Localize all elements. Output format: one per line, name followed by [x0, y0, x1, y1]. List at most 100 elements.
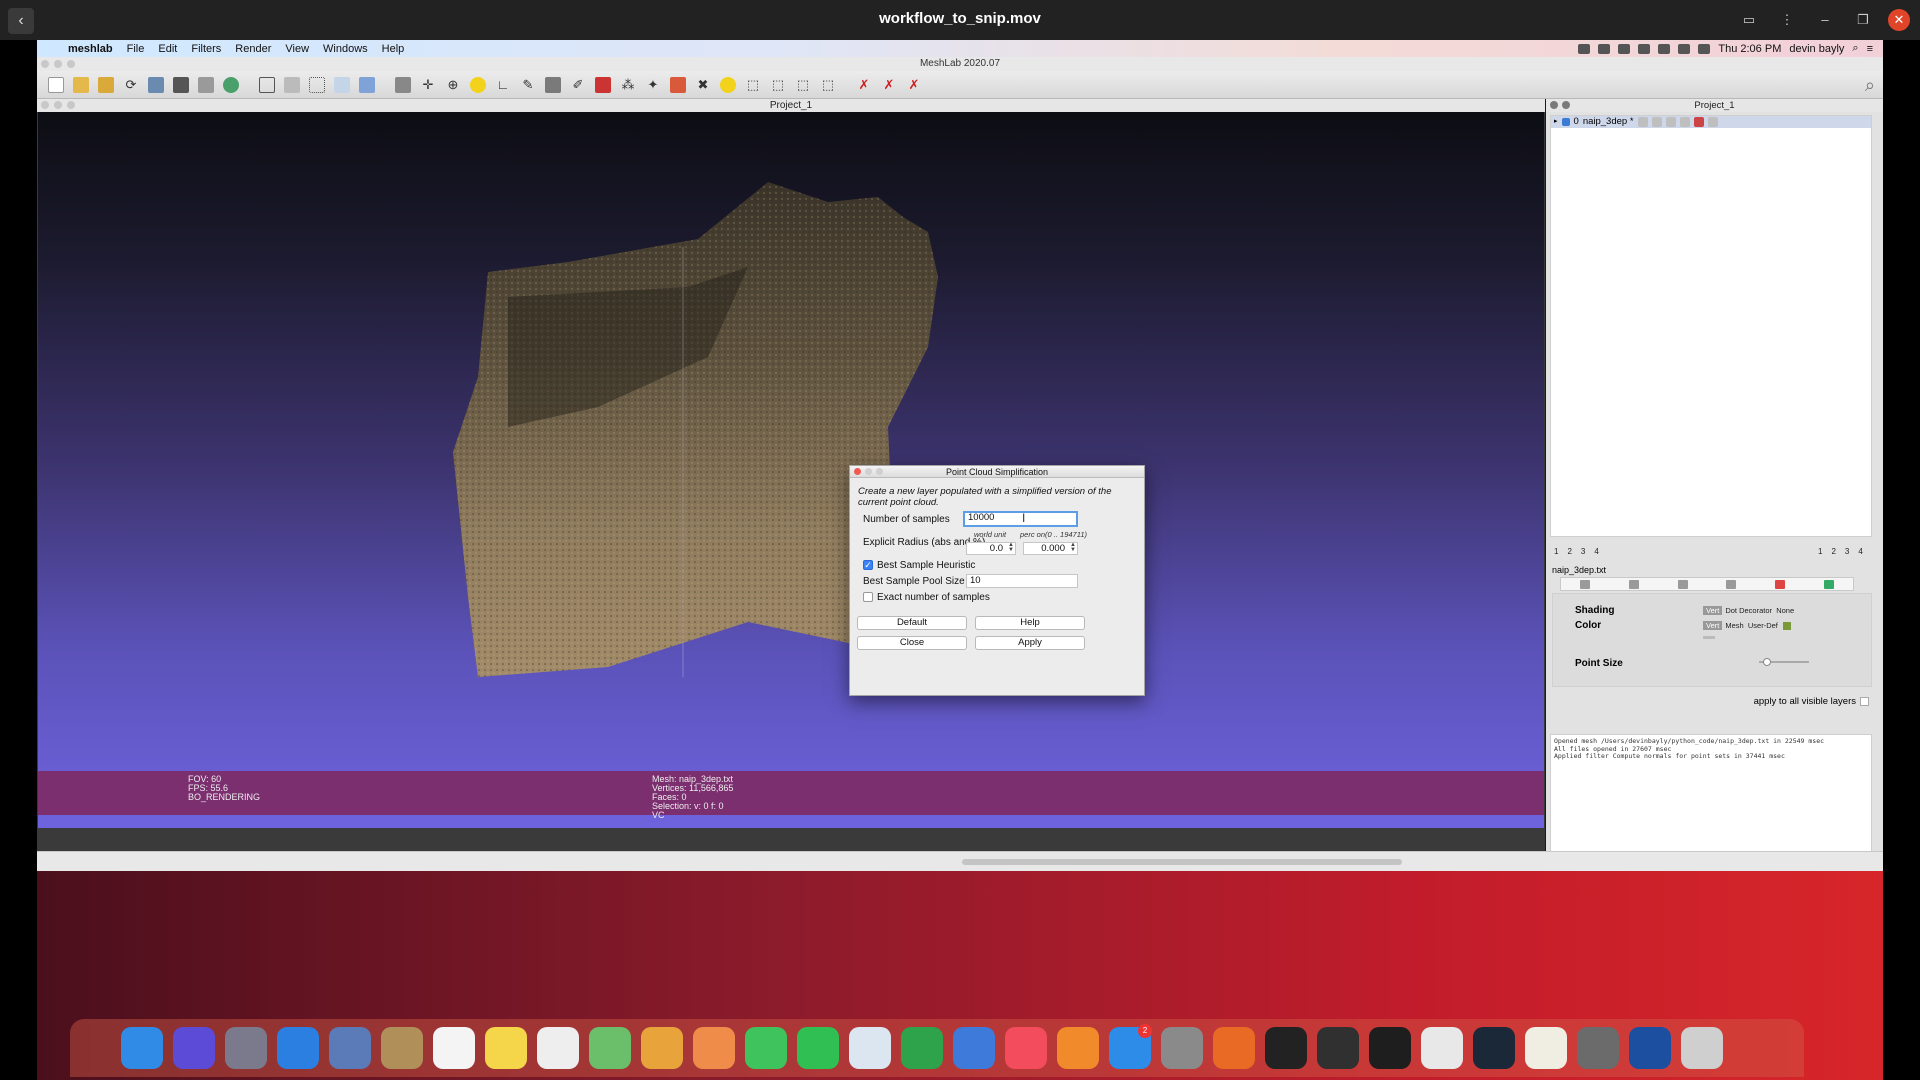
remove-icon[interactable]: ✖: [692, 74, 714, 96]
menu-help[interactable]: Help: [375, 43, 412, 55]
tab-wire-icon[interactable]: [1677, 579, 1688, 589]
menu-edit[interactable]: Edit: [151, 43, 184, 55]
dock-item-siri[interactable]: [168, 1024, 220, 1072]
select-faces-icon[interactable]: ⬚: [742, 74, 764, 96]
apply-button[interactable]: Apply: [975, 636, 1085, 650]
globe-icon[interactable]: [220, 74, 242, 96]
cast-icon[interactable]: ▭: [1736, 8, 1762, 32]
tab-2[interactable]: 2: [1567, 547, 1571, 556]
dock-item-finder[interactable]: [116, 1024, 168, 1072]
flat-shading-icon[interactable]: [356, 74, 378, 96]
viewport-zoom-icon[interactable]: [67, 101, 75, 109]
extension-icon[interactable]: [1638, 43, 1651, 54]
layer-tool-icon[interactable]: [1665, 117, 1676, 127]
zoom-window-icon[interactable]: [67, 60, 75, 68]
tab-3[interactable]: 3: [1845, 547, 1849, 556]
maximize-icon[interactable]: ❐: [1850, 8, 1876, 32]
num-samples-input[interactable]: 10000: [963, 511, 1078, 527]
panel-float-icon[interactable]: [1562, 101, 1570, 109]
shading-options[interactable]: Vert Dot Decorator None: [1703, 606, 1794, 615]
select-connected-icon[interactable]: ⬚: [767, 74, 789, 96]
delete-vertices-icon[interactable]: ✗: [853, 74, 875, 96]
color-mesh[interactable]: Mesh: [1725, 621, 1743, 630]
dock-item-safari[interactable]: [272, 1024, 324, 1072]
tab-1[interactable]: 1: [1554, 547, 1558, 556]
close-window-icon[interactable]: [41, 60, 49, 68]
align-icon[interactable]: ⁂: [617, 74, 639, 96]
default-button[interactable]: Default: [857, 616, 967, 630]
small-toggle[interactable]: [1703, 636, 1715, 639]
tab-extra-icon[interactable]: [1823, 579, 1834, 589]
color-options[interactable]: Vert Mesh User-Def: [1703, 621, 1791, 631]
slider-knob[interactable]: [1763, 658, 1772, 666]
layer-tool-icon[interactable]: [1679, 117, 1690, 127]
shading-vert[interactable]: Vert: [1703, 606, 1723, 615]
panel-close-icon[interactable]: [1550, 101, 1558, 109]
shading-dot[interactable]: Dot Decorator: [1725, 606, 1772, 615]
spotlight-icon[interactable]: ⌕: [1852, 42, 1858, 55]
brush-icon[interactable]: ✐: [567, 74, 589, 96]
help-button[interactable]: Help: [975, 616, 1085, 630]
axis-icon[interactable]: ✛: [417, 74, 439, 96]
tab-3[interactable]: 3: [1581, 547, 1585, 556]
tab-texture-icon[interactable]: [1774, 579, 1785, 589]
dock-item-books[interactable]: [1052, 1024, 1104, 1072]
visibility-eye-icon[interactable]: [1561, 118, 1570, 126]
select-vertices-icon[interactable]: ⬚: [792, 74, 814, 96]
dock-item-meshlab[interactable]: [636, 1024, 688, 1072]
dock-item-numbers[interactable]: [896, 1024, 948, 1072]
snapshot-icon[interactable]: [170, 74, 192, 96]
close-icon[interactable]: ✕: [1888, 9, 1910, 31]
dock-item-preview[interactable]: [324, 1024, 376, 1072]
dock-item-obs[interactable]: [1312, 1024, 1364, 1072]
tab-1[interactable]: 1: [1818, 547, 1822, 556]
dock-item-steam[interactable]: [1468, 1024, 1520, 1072]
wifi-icon[interactable]: [1678, 43, 1691, 54]
dock-item-terminal[interactable]: [1364, 1024, 1416, 1072]
tab-solid-icon[interactable]: [1726, 579, 1737, 589]
wireframe-icon[interactable]: [306, 74, 328, 96]
tab-bbox-icon[interactable]: [1580, 579, 1591, 589]
dock-item-firefox[interactable]: [1208, 1024, 1260, 1072]
expand-icon[interactable]: ▸: [1554, 116, 1558, 128]
radius-abs-spinbox[interactable]: 0.0 ▲ ▼: [966, 542, 1016, 555]
delete-both-icon[interactable]: ✗: [903, 74, 925, 96]
color-swatch[interactable]: [1782, 622, 1791, 631]
dock-item-keynote-doc[interactable]: [844, 1024, 896, 1072]
close-button[interactable]: Close: [857, 636, 967, 650]
radius-perc-spinbox[interactable]: 0.000 ▲ ▼: [1023, 542, 1078, 555]
hidden-lines-icon[interactable]: [331, 74, 353, 96]
paint-icon[interactable]: [542, 74, 564, 96]
tab-4[interactable]: 4: [1594, 547, 1598, 556]
heuristic-checkbox[interactable]: ✓: [863, 560, 873, 570]
dialog-zoom-icon[interactable]: [876, 468, 883, 475]
point-size-slider[interactable]: [1759, 658, 1809, 666]
color-user-def[interactable]: User-Def: [1748, 621, 1778, 630]
minimize-icon[interactable]: –: [1812, 8, 1838, 32]
menu-windows[interactable]: Windows: [316, 43, 375, 55]
dock-item-maps[interactable]: [584, 1024, 636, 1072]
exact-samples-checkbox[interactable]: [863, 592, 873, 602]
open-project-icon[interactable]: [95, 74, 117, 96]
menu-render[interactable]: Render: [228, 43, 278, 55]
dock-item-messages[interactable]: [740, 1024, 792, 1072]
apply-all-checkbox[interactable]: [1860, 696, 1869, 706]
dock-item-launchpad[interactable]: [220, 1024, 272, 1072]
dock-item-calendar[interactable]: [428, 1024, 480, 1072]
layer-tool-icon[interactable]: [1693, 117, 1704, 127]
tab-4[interactable]: 4: [1858, 547, 1862, 556]
horizontal-scrollbar[interactable]: [37, 851, 1883, 871]
dialog-close-icon[interactable]: [854, 468, 861, 475]
spin-arrows-icon[interactable]: ▲ ▼: [1070, 542, 1076, 553]
layer-tool-icon[interactable]: [1707, 117, 1718, 127]
dock-item-photos[interactable]: [688, 1024, 740, 1072]
layer-row[interactable]: ▸ 0 naip_3dep *: [1551, 116, 1871, 128]
3d-canvas[interactable]: [38, 112, 1544, 828]
texture-icon[interactable]: [667, 74, 689, 96]
minimize-window-icon[interactable]: [54, 60, 62, 68]
dock-item-keynote[interactable]: [948, 1024, 1000, 1072]
dock-item-blender-eye[interactable]: [1572, 1024, 1624, 1072]
clock[interactable]: Thu 2:06 PM: [1718, 43, 1781, 55]
reload-icon[interactable]: ⟳: [120, 74, 142, 96]
viewport-minimize-icon[interactable]: [54, 101, 62, 109]
